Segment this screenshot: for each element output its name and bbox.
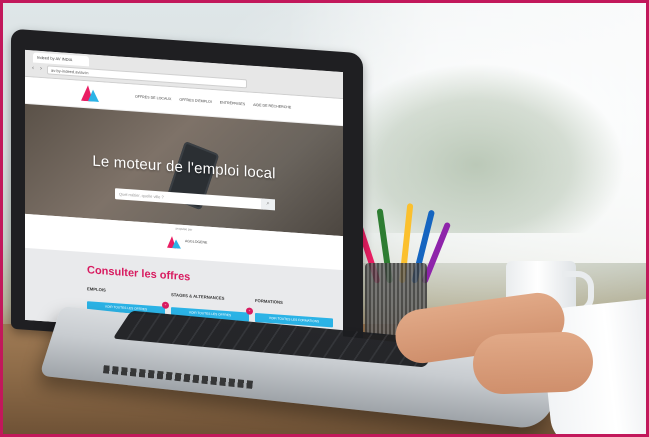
search-icon[interactable]: ⌕: [261, 198, 275, 211]
back-icon[interactable]: ‹: [29, 64, 37, 73]
offers-title: Consulter les offres: [87, 264, 191, 284]
nav-item[interactable]: ENTREPRISES: [220, 101, 245, 107]
laptop-screen: Indeed by AV INDIA ‹ › av-by-indeed.avia…: [25, 49, 343, 343]
offer-badge: +: [246, 307, 253, 315]
nav-item[interactable]: OFFRES DE LOCAUX: [135, 95, 171, 102]
nav-item[interactable]: AIDE DE RECHERCHE: [253, 103, 291, 110]
nav-item[interactable]: OFFRES D'EMPLOI: [179, 98, 211, 104]
photo-frame: Indeed by AV INDIA ‹ › av-by-indeed.avia…: [0, 0, 649, 437]
sponsor-logo-icon: [167, 236, 181, 249]
offer-column-label: FORMATIONS: [255, 297, 283, 305]
offer-badge: +: [162, 301, 169, 309]
site-logo-icon[interactable]: [81, 85, 99, 103]
blurred-trees: [326, 63, 626, 233]
site-nav: OFFRES DE LOCAUX OFFRES D'EMPLOI ENTREPR…: [135, 95, 291, 110]
hand: [471, 330, 595, 396]
sponsor-name: AGGLOGENE: [185, 239, 208, 245]
offer-column-label: EMPLOIS: [87, 286, 106, 293]
offer-column-label: STAGES & ALTERNANCES: [171, 292, 225, 301]
forward-icon[interactable]: ›: [37, 65, 45, 74]
